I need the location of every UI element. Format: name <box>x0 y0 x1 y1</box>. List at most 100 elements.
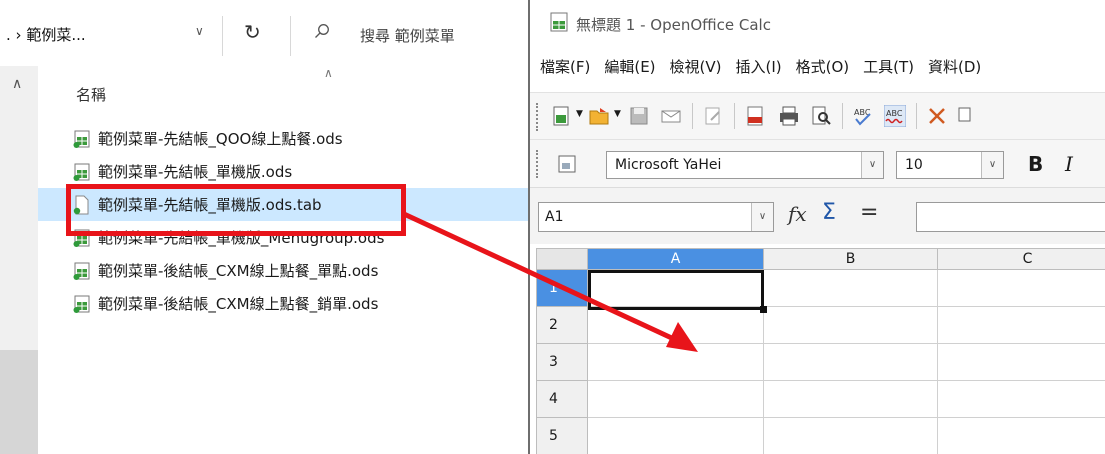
bold-button[interactable]: B <box>1028 152 1043 176</box>
calc-window: 無標題 1 - OpenOffice Calc 檔案(F) 編輯(E) 檢視(V) 插… <box>530 0 1105 454</box>
name-box[interactable]: A1 ∨ <box>538 202 774 232</box>
grid-cell[interactable] <box>938 307 1105 344</box>
toolbar-separator <box>842 103 843 129</box>
search-icon <box>315 24 329 38</box>
font-name-select[interactable]: Microsoft YaHei ∨ <box>606 151 884 179</box>
spellcheck-icon[interactable]: ABC <box>852 105 874 127</box>
name-box-chevron-down-icon[interactable]: ∨ <box>751 203 773 231</box>
email-icon[interactable] <box>660 105 682 127</box>
save-icon[interactable] <box>628 105 650 127</box>
calc-document-icon <box>73 262 90 280</box>
grid-cell[interactable] <box>764 418 938 454</box>
file-list-item[interactable]: 範例菜單-後結帳_CXM線上點餐_單點.ods <box>38 254 528 287</box>
menu-item[interactable]: 編輯(E) <box>604 56 655 86</box>
font-size-select[interactable]: 10 ∨ <box>896 151 1004 179</box>
row-header[interactable]: 4 <box>536 381 588 418</box>
grid-cell[interactable] <box>938 270 1105 307</box>
toolbar-separator <box>916 103 917 129</box>
file-list-item[interactable]: 範例菜單-後結帳_CXM線上點餐_銷單.ods <box>38 287 528 320</box>
menu-item[interactable]: 格式(O) <box>796 56 850 86</box>
select-all-corner[interactable] <box>536 248 588 270</box>
sum-button[interactable]: Σ <box>822 200 836 225</box>
grid-cell[interactable] <box>938 381 1105 418</box>
new-document-icon[interactable] <box>550 105 572 127</box>
italic-button[interactable]: I <box>1065 152 1073 176</box>
calc-document-icon <box>73 130 90 148</box>
open-dropdown-icon[interactable]: ▼ <box>614 109 621 119</box>
column-header[interactable]: A <box>588 248 764 270</box>
row-header[interactable]: 2 <box>536 307 588 344</box>
column-header[interactable]: B <box>764 248 938 270</box>
menu-item[interactable]: 插入(I) <box>736 56 782 86</box>
grid-cell[interactable] <box>588 307 764 344</box>
open-folder-icon[interactable] <box>588 105 610 127</box>
row-header[interactable]: 3 <box>536 344 588 381</box>
menu-item[interactable]: 檔案(F) <box>540 56 590 86</box>
print-preview-icon[interactable] <box>810 105 832 127</box>
calc-document-icon <box>73 295 90 313</box>
column-header-name[interactable]: 名稱 <box>76 84 106 105</box>
file-name: 範例菜單-先結帳_QOO線上點餐.ods <box>98 130 343 148</box>
toolbar-separator <box>734 103 735 129</box>
styles-formatting-icon[interactable] <box>556 153 578 175</box>
toolbar-divider <box>222 16 223 56</box>
menu-bar: 檔案(F) 編輯(E) 檢視(V) 插入(I) 格式(O) 工具(T) 資料(D) <box>530 56 1105 86</box>
grid-cell[interactable] <box>764 344 938 381</box>
active-cell-cursor[interactable] <box>588 270 767 313</box>
font-name-value: Microsoft YaHei <box>615 157 722 173</box>
formatting-toolbar: Microsoft YaHei ∨ 10 ∨ B I <box>530 140 1105 188</box>
grid-cell[interactable] <box>764 270 938 307</box>
grid-cell[interactable] <box>938 418 1105 454</box>
address-dropdown-chevron-icon[interactable]: ∨ <box>195 24 204 38</box>
row-header[interactable]: 1 <box>536 270 588 307</box>
copy-icon[interactable] <box>956 105 978 127</box>
highlight-box <box>66 184 406 236</box>
sort-ascending-icon: ∧ <box>324 66 333 80</box>
grid-cell[interactable] <box>588 381 764 418</box>
menu-item[interactable]: 工具(T) <box>863 56 914 86</box>
formula-input[interactable] <box>916 202 1105 232</box>
name-box-value: A1 <box>545 209 564 225</box>
breadcrumb-prefix: . › <box>6 26 22 44</box>
font-size-value: 10 <box>905 157 923 173</box>
grid-cell[interactable] <box>588 418 764 454</box>
grid-cell[interactable] <box>764 381 938 418</box>
edit-file-icon[interactable] <box>702 105 724 127</box>
file-name: 範例菜單-後結帳_CXM線上點餐_銷單.ods <box>98 295 379 313</box>
title-bar: 無標題 1 - OpenOffice Calc <box>530 0 1105 44</box>
grid-cell[interactable] <box>588 344 764 381</box>
file-name: 範例菜單-先結帳_單機版.ods <box>98 163 293 181</box>
grid-cell[interactable] <box>938 344 1105 381</box>
calc-document-icon <box>73 163 90 181</box>
font-size-chevron-down-icon[interactable]: ∨ <box>981 152 1003 178</box>
grid-cell[interactable] <box>764 307 938 344</box>
refresh-icon[interactable]: ↻ <box>244 20 261 44</box>
scroll-up-icon[interactable]: ∧ <box>12 76 22 92</box>
toolbar-divider <box>290 16 291 56</box>
function-button[interactable]: = <box>860 200 878 225</box>
address-breadcrumb[interactable]: . › 範例菜... <box>6 24 86 45</box>
auto-spellcheck-icon[interactable]: ABC <box>884 105 906 127</box>
font-name-chevron-down-icon[interactable]: ∨ <box>861 152 883 178</box>
search-input[interactable]: 搜尋 範例菜單 <box>304 18 524 54</box>
print-icon[interactable] <box>778 105 800 127</box>
export-pdf-icon[interactable] <box>744 105 766 127</box>
row-header[interactable]: 5 <box>536 418 588 454</box>
file-explorer-window: . › 範例菜... ∨ ↻ 搜尋 範例菜單 ∧ ∧ 名稱 範例菜單-先結帳_Q… <box>0 0 528 454</box>
file-list-item[interactable]: 範例菜單-先結帳_QOO線上點餐.ods <box>38 122 528 155</box>
function-wizard-button[interactable]: fx <box>788 202 807 226</box>
spreadsheet-grid[interactable]: ABC 12345 <box>530 244 1105 454</box>
menu-item[interactable]: 資料(D) <box>928 56 981 86</box>
navigation-pane-scroll-region[interactable] <box>0 350 38 454</box>
new-dropdown-icon[interactable]: ▼ <box>576 109 583 119</box>
formula-bar: A1 ∨ fx Σ = <box>530 188 1105 244</box>
cut-icon[interactable] <box>926 105 948 127</box>
menu-item[interactable]: 檢視(V) <box>670 56 722 86</box>
toolbar-separator <box>692 103 693 129</box>
toolbar-grip[interactable] <box>536 103 539 131</box>
svg-text:ABC: ABC <box>886 109 903 118</box>
toolbar-grip[interactable] <box>536 150 539 178</box>
breadcrumb-folder[interactable]: 範例菜... <box>26 26 85 44</box>
file-name: 範例菜單-後結帳_CXM線上點餐_單點.ods <box>98 262 379 280</box>
column-header[interactable]: C <box>938 248 1105 270</box>
